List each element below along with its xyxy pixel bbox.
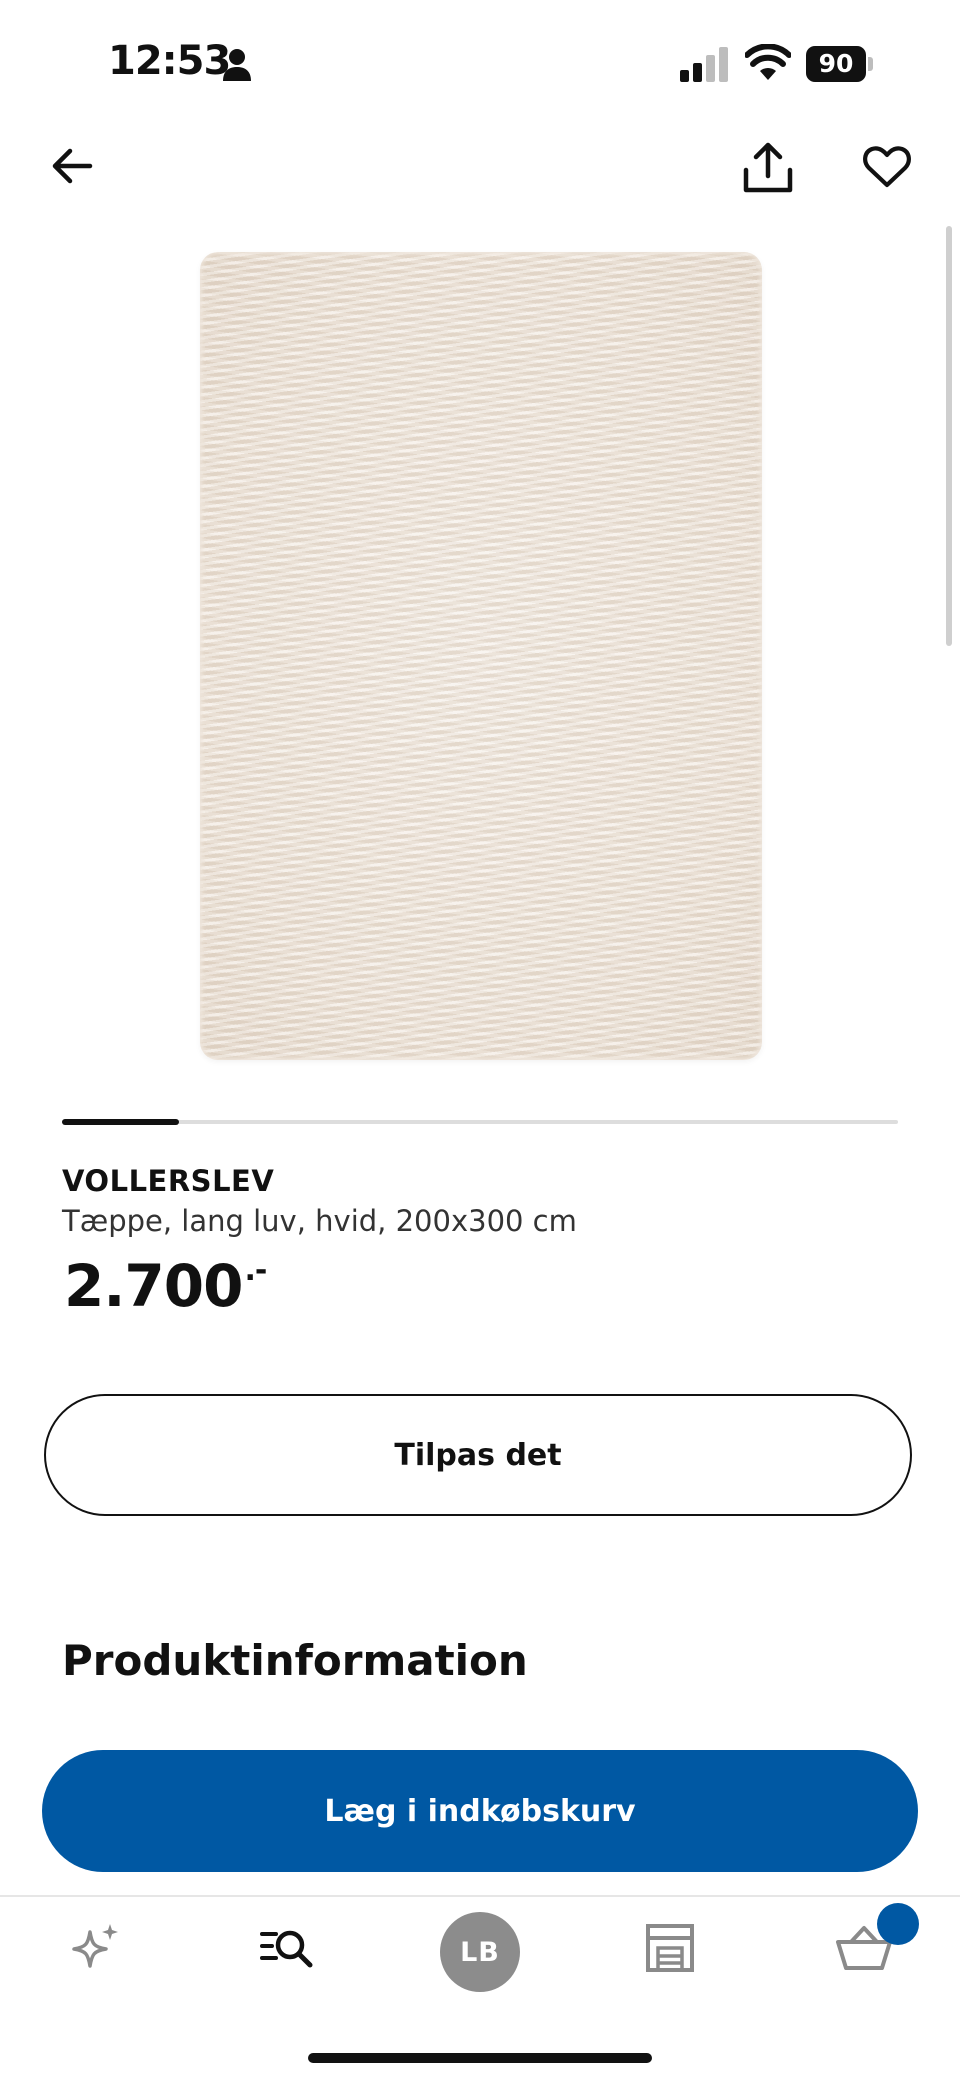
product-image[interactable] bbox=[200, 252, 762, 1060]
image-carousel-indicator bbox=[62, 1119, 898, 1125]
signal-icon bbox=[680, 47, 728, 82]
back-arrow-icon[interactable] bbox=[48, 142, 96, 190]
store-icon[interactable] bbox=[640, 1918, 700, 1978]
price-suffix: .- bbox=[244, 1253, 267, 1288]
cart-badge bbox=[877, 1903, 919, 1945]
add-to-cart-button[interactable]: Læg i indkøbskurv bbox=[42, 1750, 918, 1872]
avatar[interactable]: LB bbox=[440, 1912, 520, 1992]
sparkle-icon[interactable] bbox=[66, 1918, 126, 1978]
customize-button[interactable]: Tilpas det bbox=[44, 1394, 912, 1516]
tabbar-divider bbox=[0, 1895, 960, 1897]
scrollbar[interactable] bbox=[946, 226, 952, 646]
avatar-initials: LB bbox=[460, 1936, 500, 1968]
home-indicator[interactable] bbox=[308, 2053, 652, 2063]
product-name: VOLLERSLEV bbox=[62, 1164, 275, 1198]
customize-button-label: Tilpas det bbox=[394, 1437, 562, 1473]
carousel-progress-fill bbox=[62, 1119, 180, 1125]
share-icon[interactable] bbox=[740, 140, 796, 196]
heart-icon[interactable] bbox=[862, 142, 912, 192]
product-price: 2.700.- bbox=[64, 1252, 267, 1320]
product-info-heading[interactable]: Produktinformation bbox=[62, 1636, 528, 1685]
status-time: 12:53 bbox=[108, 38, 231, 84]
price-value: 2.700 bbox=[64, 1252, 243, 1320]
battery-level: 90 bbox=[806, 46, 866, 82]
battery-icon: 90 bbox=[806, 46, 878, 82]
search-list-icon[interactable] bbox=[258, 1918, 318, 1978]
person-icon bbox=[223, 49, 251, 81]
wifi-icon bbox=[745, 44, 791, 80]
product-description: Tæppe, lang luv, hvid, 200x300 cm bbox=[62, 1204, 577, 1238]
add-to-cart-label: Læg i indkøbskurv bbox=[324, 1793, 636, 1829]
